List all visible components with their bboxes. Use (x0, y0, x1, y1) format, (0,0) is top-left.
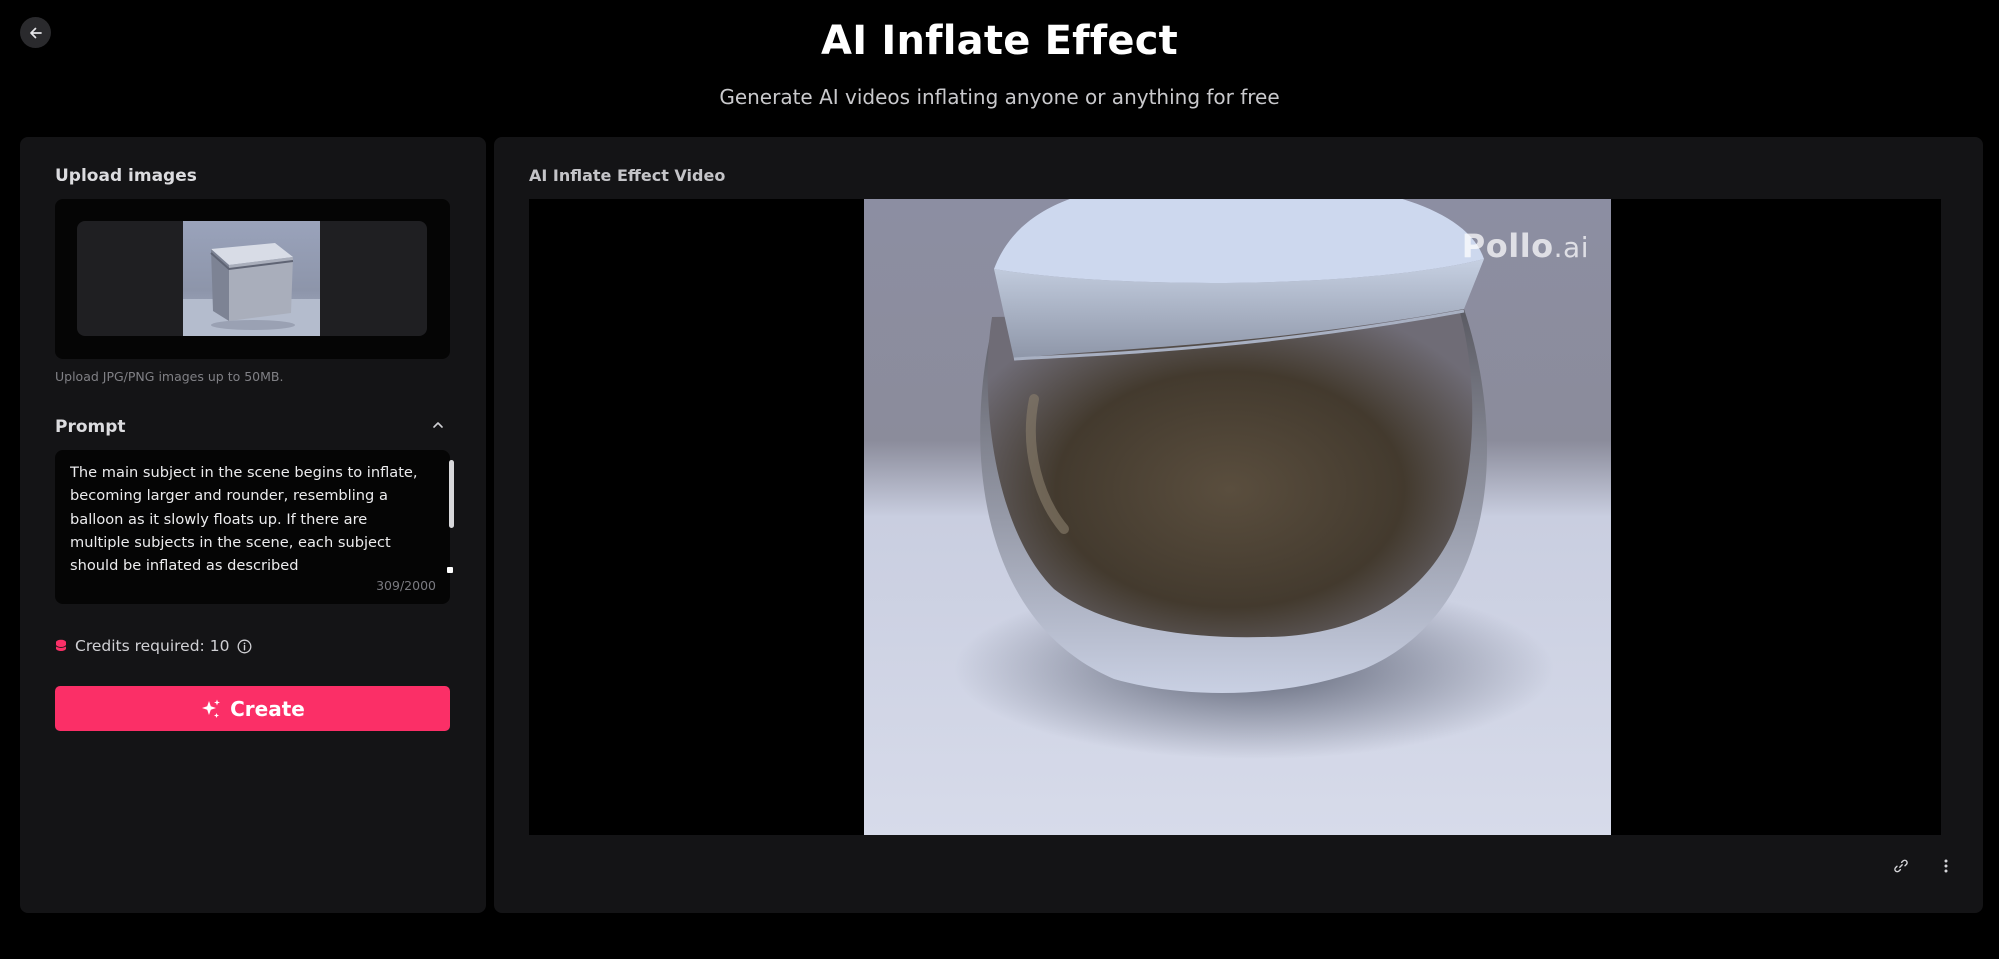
prompt-scrollbar[interactable] (449, 460, 454, 528)
copy-link-button[interactable] (1889, 854, 1913, 878)
inflated-object-image (954, 199, 1554, 759)
coins-icon (55, 639, 67, 652)
more-vertical-icon (1944, 859, 1948, 873)
prompt-container: The main subject in the scene begins to … (55, 450, 454, 604)
page-title: AI Inflate Effect (821, 18, 1178, 64)
result-panel: AI Inflate Effect Video Pollo.ai (494, 137, 1983, 913)
collapse-prompt-button[interactable] (428, 415, 448, 435)
create-button-label: Create (230, 696, 305, 721)
prompt-resize-handle[interactable] (447, 567, 453, 573)
info-icon[interactable] (237, 639, 252, 654)
more-options-button[interactable] (1934, 854, 1958, 878)
sparkle-icon (202, 699, 221, 718)
video-player[interactable]: Pollo.ai (529, 199, 1941, 835)
upload-preview (77, 221, 427, 336)
prompt-input[interactable]: The main subject in the scene begins to … (70, 461, 418, 575)
create-button[interactable]: Create (55, 686, 450, 731)
link-icon (1894, 859, 1908, 873)
upload-hint: Upload JPG/PNG images up to 50MB. (55, 369, 284, 384)
upload-dropzone[interactable] (55, 199, 450, 359)
upload-label: Upload images (55, 166, 197, 186)
settings-panel: Upload images Upload JPG/PNG images up t… (20, 137, 486, 913)
credits-text: Credits required: 10 (75, 637, 230, 655)
char-counter: 309/2000 (376, 578, 436, 593)
video-watermark: Pollo.ai (1461, 227, 1589, 265)
tin-box-image (183, 243, 320, 336)
video-label: AI Inflate Effect Video (529, 166, 726, 185)
prompt-label: Prompt (55, 417, 126, 437)
credits-info: Credits required: 10 (55, 637, 252, 655)
video-frame: Pollo.ai (864, 199, 1611, 835)
uploaded-image-thumbnail[interactable] (183, 221, 320, 336)
chevron-up-icon (433, 422, 443, 428)
page-subtitle: Generate AI videos inflating anyone or a… (719, 85, 1280, 109)
